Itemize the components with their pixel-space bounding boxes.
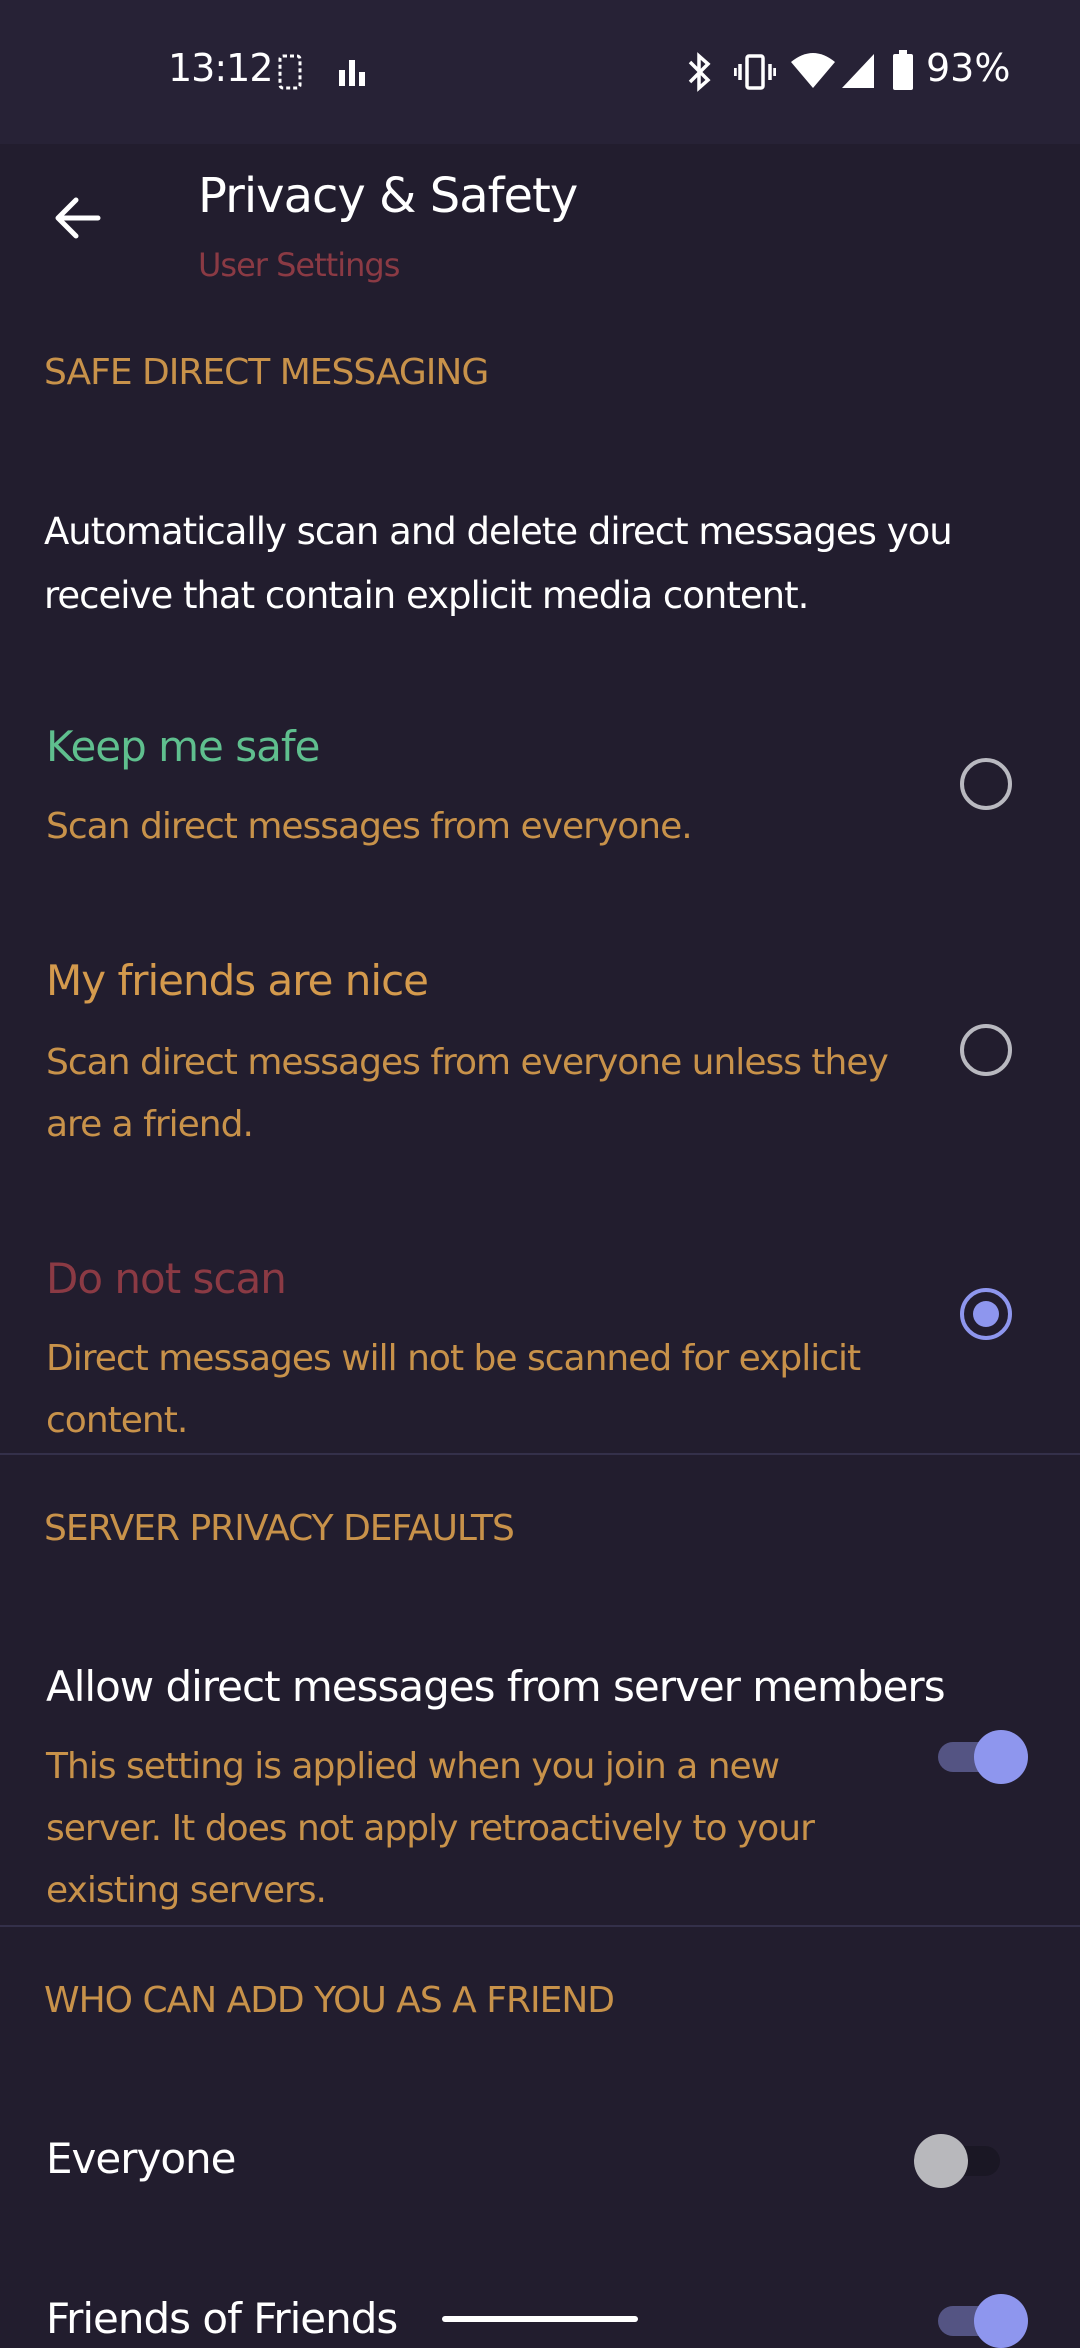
gesture-nav-bar[interactable] [442, 2316, 638, 2322]
screenshot-icon [278, 54, 302, 90]
status-time: 13:12 [168, 46, 274, 90]
radio-do-not-scan[interactable] [960, 1288, 1012, 1340]
divider [0, 1453, 1080, 1455]
option-subtitle: Scan direct messages from everyone unles… [46, 1042, 889, 1145]
status-bar: 13:12 93% [0, 0, 1080, 144]
toggle-thumb [914, 2134, 968, 2188]
option-subtitle: Scan direct messages from everyone. [46, 806, 693, 847]
section-header-safe-dm: SAFE DIRECT MESSAGING [44, 352, 489, 393]
battery-icon [893, 50, 913, 90]
safe-dm-description: Automatically scan and delete direct mes… [44, 510, 953, 617]
divider [0, 1925, 1080, 1927]
section-header-friend-requests: WHO CAN ADD YOU AS A FRIEND [44, 1980, 615, 2021]
page-subtitle: User Settings [198, 246, 400, 284]
option-subtitle: Direct messages will not be scanned for … [46, 1338, 861, 1441]
option-title: Keep me safe [46, 722, 320, 771]
page-title: Privacy & Safety [198, 168, 578, 224]
option-title: My friends are nice [46, 956, 429, 1005]
setting-title: Friends of Friends [46, 2294, 398, 2343]
cell-signal-icon [842, 54, 874, 88]
bluetooth-icon [688, 52, 711, 92]
setting-subtitle: This setting is applied when you join a … [46, 1746, 815, 1911]
signal-bars-icon [339, 60, 365, 86]
toggle-everyone[interactable] [914, 2132, 1008, 2188]
option-title: Do not scan [46, 1254, 287, 1303]
section-header-server-privacy: SERVER PRIVACY DEFAULTS [44, 1508, 515, 1549]
toggle-allow-server-dms[interactable] [934, 1728, 1028, 1784]
setting-title: Everyone [46, 2134, 237, 2183]
toggle-thumb [974, 1730, 1028, 1784]
setting-title: Allow direct messages from server member… [46, 1662, 946, 1711]
battery-percentage: 93% [926, 46, 1011, 90]
radio-friends-are-nice[interactable] [960, 1024, 1012, 1076]
vibrate-icon [734, 54, 776, 90]
radio-keep-me-safe[interactable] [960, 758, 1012, 810]
back-arrow-icon[interactable] [48, 188, 108, 248]
wifi-icon [791, 53, 835, 88]
